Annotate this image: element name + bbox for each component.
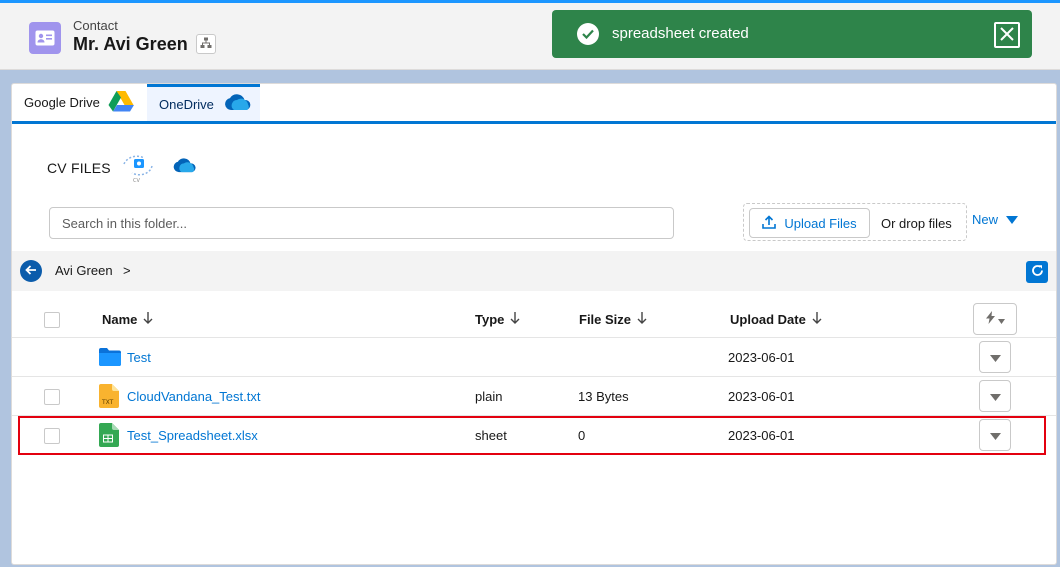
contact-icon <box>29 22 61 54</box>
drop-files-label: Or drop files <box>881 216 952 231</box>
toast-close-button[interactable] <box>994 22 1020 48</box>
row-highlight-annotation <box>18 416 1046 455</box>
file-type: plain <box>475 389 503 404</box>
sort-arrow-icon <box>510 312 520 327</box>
refresh-button[interactable] <box>1026 261 1048 283</box>
chevron-down-icon <box>997 312 1005 327</box>
tab-google-drive[interactable]: Google Drive <box>24 84 134 121</box>
file-drop-zone[interactable]: Upload Files Or drop files <box>743 203 967 241</box>
column-header-file-size[interactable]: File Size <box>579 312 647 327</box>
svg-text:TXT: TXT <box>101 399 114 406</box>
row-checkbox[interactable] <box>44 389 60 405</box>
upload-icon <box>762 214 777 232</box>
toast-message: spreadsheet created <box>612 25 749 42</box>
row-actions-button[interactable] <box>979 380 1011 412</box>
row-divider <box>12 337 1056 338</box>
onedrive-icon <box>214 93 252 115</box>
google-drive-icon <box>100 90 134 115</box>
breadcrumb: Avi Green > <box>12 251 1056 291</box>
upload-files-label: Upload Files <box>784 215 857 231</box>
sort-arrow-icon <box>637 312 647 327</box>
upload-date: 2023-06-01 <box>728 350 795 365</box>
file-name-link[interactable]: Test <box>127 350 151 365</box>
new-label: New <box>972 212 999 227</box>
success-check-icon <box>577 23 599 45</box>
back-button[interactable] <box>20 260 42 282</box>
hierarchy-icon <box>200 37 212 52</box>
folder-icon <box>99 348 121 369</box>
txt-file-icon: TXT <box>99 384 119 411</box>
arrow-left-icon <box>25 264 37 279</box>
upload-date: 2023-06-01 <box>728 389 795 404</box>
column-header-upload-date-label: Upload Date <box>730 312 806 327</box>
row-actions-button[interactable] <box>979 341 1011 373</box>
column-header-type-label: Type <box>475 312 505 327</box>
column-header-file-size-label: File Size <box>579 312 632 327</box>
file-name-link[interactable]: CloudVandana_Test.txt <box>127 389 260 404</box>
tab-onedrive-label: OneDrive <box>159 96 214 112</box>
upload-files-button[interactable]: Upload Files <box>749 208 870 238</box>
row-divider <box>12 376 1056 377</box>
select-all-checkbox[interactable] <box>44 312 60 328</box>
close-icon <box>999 26 1015 45</box>
refresh-icon <box>1031 264 1044 280</box>
success-toast: spreadsheet created <box>552 10 1032 58</box>
section-title: CV FILES <box>47 160 111 176</box>
record-type-label: Contact <box>73 18 118 33</box>
chevron-down-icon <box>989 350 1001 365</box>
column-header-name[interactable]: Name <box>102 312 153 327</box>
column-header-name-label: Name <box>102 312 138 327</box>
column-header-type[interactable]: Type <box>475 312 520 327</box>
chevron-down-icon <box>989 389 1001 404</box>
sort-arrow-icon <box>143 312 153 327</box>
tab-onedrive[interactable]: OneDrive <box>147 84 260 121</box>
onedrive-logo-icon <box>171 158 197 177</box>
column-header-upload-date[interactable]: Upload Date <box>730 312 822 327</box>
lightning-icon <box>985 311 995 327</box>
storage-tabs: Google Drive OneDrive <box>12 84 1056 124</box>
new-dropdown-button[interactable]: New <box>972 212 1019 227</box>
hierarchy-button[interactable] <box>196 34 216 54</box>
file-size: 13 Bytes <box>578 389 629 404</box>
files-card: Google Drive OneDrive CV FILES CV Upload… <box>11 83 1057 565</box>
search-input[interactable] <box>49 207 674 239</box>
record-name: Mr. Avi Green <box>73 34 188 54</box>
bulk-actions-button[interactable] <box>973 303 1017 335</box>
cloudvandana-logo-icon: CV <box>120 152 156 187</box>
breadcrumb-separator: > <box>123 263 131 278</box>
svg-text:CV: CV <box>133 178 140 184</box>
tab-google-drive-label: Google Drive <box>24 95 100 110</box>
sort-arrow-icon <box>812 312 822 327</box>
breadcrumb-item[interactable]: Avi Green <box>55 263 113 278</box>
chevron-down-icon <box>1006 212 1019 227</box>
